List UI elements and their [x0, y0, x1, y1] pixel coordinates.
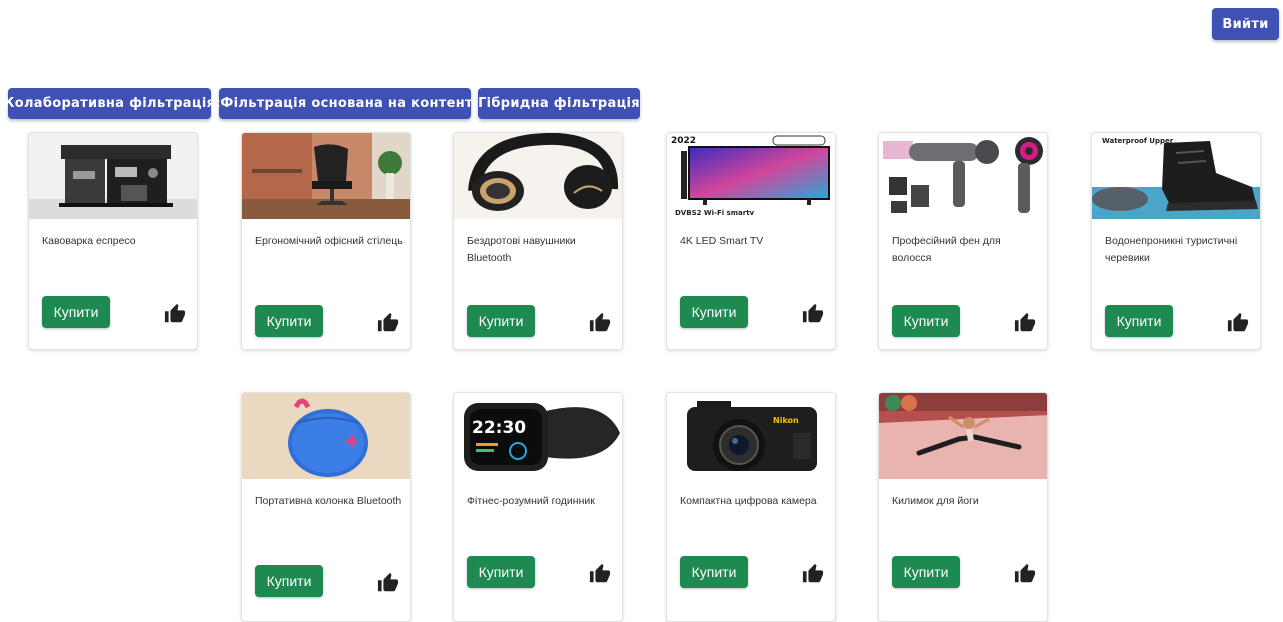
thumbs-up-icon[interactable]: [802, 563, 824, 585]
camera-brand-label: Nikon: [773, 416, 799, 425]
thumbs-up-icon[interactable]: [589, 312, 611, 334]
hybrid-filter-button[interactable]: Гібридна фільтрація: [478, 88, 640, 119]
tv-features-label: DVBS2 Wi-Fi smartv: [675, 209, 755, 217]
thumbs-up-icon[interactable]: [164, 303, 186, 325]
product-name: Водонепроникні туристичні черевики: [1105, 235, 1238, 264]
product-name: Компактна цифрова камера: [680, 495, 817, 507]
product-card: Професійний фен для волосся Купити: [878, 132, 1048, 350]
content-filter-button[interactable]: сФільтрація основана на контенті: [212, 88, 477, 119]
speaker-icon: [242, 393, 410, 479]
product-name: Ергономічний офісний стілець: [255, 235, 403, 247]
product-name: Професійний фен для волосся: [892, 235, 1001, 264]
hiking-boot-icon: Waterproof Upper: [1092, 133, 1260, 219]
buy-button[interactable]: Купити: [467, 556, 535, 588]
thumbs-up-icon[interactable]: [1014, 312, 1036, 334]
office-chair-icon: [242, 133, 410, 219]
product-card: Кавоварка еспресо Купити: [28, 132, 198, 350]
watch-time-label: 22:30: [472, 418, 526, 438]
buy-button[interactable]: Купити: [680, 556, 748, 588]
thumbs-up-icon[interactable]: [802, 303, 824, 325]
camera-icon: Nikon: [667, 393, 835, 479]
product-name: Портативна колонка Bluetooth: [255, 495, 402, 507]
thumbs-up-icon[interactable]: [377, 312, 399, 334]
tv-icon: 2022 DVBS2 Wi-Fi smartv: [667, 133, 835, 219]
product-card: Nikon Компактна цифрова камера Купити: [666, 392, 836, 622]
thumbs-up-icon[interactable]: [377, 572, 399, 594]
thumbs-up-icon[interactable]: [589, 563, 611, 585]
buy-button[interactable]: Купити: [1105, 305, 1173, 337]
product-name: Кавоварка еспресо: [42, 235, 136, 247]
buy-button[interactable]: Купити: [892, 305, 960, 337]
hair-dryer-icon: [879, 133, 1047, 219]
thumbs-up-icon[interactable]: [1227, 312, 1249, 334]
product-card: Waterproof Upper Водонепроникні туристич…: [1091, 132, 1261, 350]
headphones-icon: [454, 133, 622, 219]
product-card: Килимок для йоги Купити: [878, 392, 1048, 622]
buy-button[interactable]: Купити: [680, 296, 748, 328]
product-name: Бездротові навушники Bluetooth: [467, 235, 576, 264]
product-name: Килимок для йоги: [892, 495, 979, 507]
smartwatch-icon: 22:30: [454, 393, 622, 479]
thumbs-up-icon[interactable]: [1014, 563, 1036, 585]
product-card: Портативна колонка Bluetooth Купити: [241, 392, 411, 622]
boot-caption: Waterproof Upper: [1102, 137, 1174, 145]
tv-year-label: 2022: [671, 136, 696, 146]
buy-button[interactable]: Купити: [255, 565, 323, 597]
buy-button[interactable]: Купити: [892, 556, 960, 588]
product-name: 4K LED Smart TV: [680, 235, 764, 247]
buy-button[interactable]: Купити: [467, 305, 535, 337]
collaborative-filter-button[interactable]: Колаборативна фільтрація: [4, 88, 215, 119]
coffee-machine-icon: [29, 133, 197, 219]
product-card: 22:30 Фітнес-розумний годинник Купити: [453, 392, 623, 622]
product-card: 2022 DVBS2 Wi-Fi smartv 4K LED Smart TV …: [666, 132, 836, 350]
buy-button[interactable]: Купити: [255, 305, 323, 337]
buy-button[interactable]: Купити: [42, 296, 110, 328]
product-card: Ергономічний офісний стілець Купити: [241, 132, 411, 350]
yoga-mat-icon: [879, 393, 1047, 479]
logout-button[interactable]: Вийти: [1212, 8, 1279, 40]
product-card: Бездротові навушники Bluetooth Купити: [453, 132, 623, 350]
product-name: Фітнес-розумний годинник: [467, 495, 595, 507]
